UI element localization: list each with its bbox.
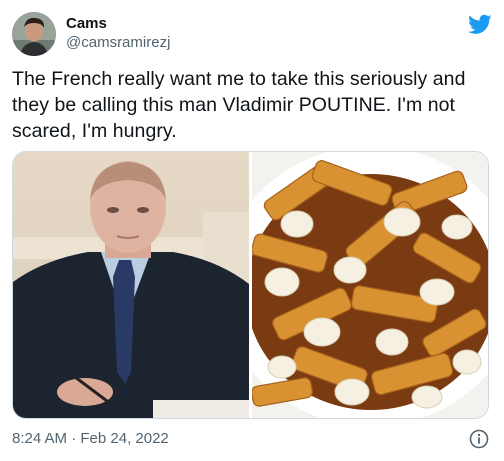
user-names: Cams @camsramirezj: [66, 14, 170, 53]
tweet-header: Cams @camsramirezj: [12, 12, 492, 56]
user-handle[interactable]: @camsramirezj: [66, 33, 170, 53]
tweet-timestamp[interactable]: 8:24 AM · Feb 24, 2022: [12, 429, 169, 449]
tweet-card: Cams @camsramirezj The French really wan…: [0, 0, 504, 461]
twitter-bird-icon[interactable]: [468, 12, 492, 36]
info-icon[interactable]: [469, 429, 489, 449]
media-photo-poutine[interactable]: [252, 152, 488, 418]
tweet-text: The French really want me to take this s…: [12, 68, 466, 142]
media-photo-man[interactable]: [13, 152, 249, 418]
tweet-media[interactable]: [12, 151, 489, 419]
display-name[interactable]: Cams: [66, 14, 170, 33]
avatar[interactable]: [12, 12, 56, 56]
